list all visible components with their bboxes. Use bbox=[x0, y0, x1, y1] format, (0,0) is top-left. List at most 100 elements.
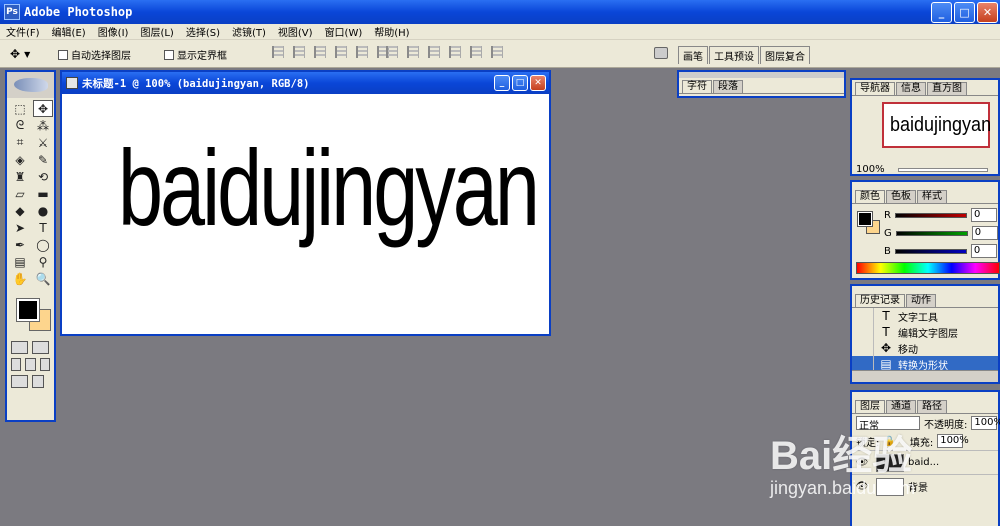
menu-edit[interactable]: 编辑(E) bbox=[52, 24, 86, 39]
history-item[interactable]: T 编辑文字图层 bbox=[852, 324, 998, 340]
blend-mode-select[interactable]: 正常 bbox=[856, 416, 920, 432]
edit-icon[interactable] bbox=[32, 375, 44, 388]
foreground-color-swatch[interactable] bbox=[16, 298, 40, 322]
doc-maximize-button[interactable]: □ bbox=[512, 75, 528, 91]
maximize-button[interactable]: □ bbox=[954, 2, 975, 23]
history-source-box[interactable] bbox=[852, 308, 874, 324]
brush-tool-icon[interactable]: ✎ bbox=[33, 151, 53, 168]
close-button[interactable]: ✕ bbox=[977, 2, 998, 23]
tab-swatches[interactable]: 色板 bbox=[886, 190, 916, 203]
hand-tool-icon[interactable]: ✋ bbox=[10, 270, 30, 287]
tab-history[interactable]: 历史记录 bbox=[855, 294, 905, 307]
clone-stamp-tool-icon[interactable]: ♜ bbox=[10, 168, 30, 185]
history-item[interactable]: T 文字工具 bbox=[852, 308, 998, 324]
distribute-right-icon[interactable] bbox=[491, 46, 503, 58]
menu-select[interactable]: 选择(S) bbox=[186, 24, 220, 39]
align-hcenter-icon[interactable] bbox=[356, 46, 368, 58]
tab-layers[interactable]: 图层 bbox=[855, 400, 885, 413]
show-bounds-label: 显示定界框 bbox=[177, 51, 227, 62]
type-tool-icon[interactable]: T bbox=[33, 219, 53, 236]
canvas[interactable]: baidujingyan bbox=[66, 96, 547, 332]
eyedropper-tool-icon[interactable]: ⚲ bbox=[33, 253, 53, 270]
tab-paragraph[interactable]: 段落 bbox=[713, 80, 743, 93]
distribute-hcenter-icon[interactable] bbox=[470, 46, 482, 58]
menu-view[interactable]: 视图(V) bbox=[278, 24, 313, 39]
file-browser-icon[interactable] bbox=[654, 47, 668, 59]
menu-image[interactable]: 图像(I) bbox=[98, 24, 129, 39]
well-tab-layer-comps[interactable]: 图层复合 bbox=[760, 46, 810, 64]
fill-value[interactable]: 100% bbox=[937, 434, 969, 448]
tab-navigator[interactable]: 导航器 bbox=[855, 82, 895, 95]
tab-info[interactable]: 信息 bbox=[896, 82, 926, 95]
align-top-icon[interactable] bbox=[272, 46, 284, 58]
well-tab-tool-presets[interactable]: 工具预设 bbox=[709, 46, 759, 64]
full-screen-menu-icon[interactable] bbox=[25, 358, 36, 371]
tab-channels[interactable]: 通道 bbox=[886, 400, 916, 413]
minimize-button[interactable]: _ bbox=[931, 2, 952, 23]
blue-slider[interactable] bbox=[894, 248, 967, 254]
menu-window[interactable]: 窗口(W) bbox=[325, 24, 363, 39]
shape-tool-icon[interactable]: ◯ bbox=[33, 236, 53, 253]
dodge-tool-icon[interactable]: ● bbox=[33, 202, 53, 219]
notes-tool-icon[interactable]: ▤ bbox=[10, 253, 30, 270]
blue-value[interactable]: 0 bbox=[970, 244, 997, 258]
tab-color[interactable]: 颜色 bbox=[855, 190, 885, 203]
tab-paths[interactable]: 路径 bbox=[917, 400, 947, 413]
healing-brush-tool-icon[interactable]: ◈ bbox=[10, 151, 30, 168]
well-tab-brushes[interactable]: 画笔 bbox=[678, 46, 708, 64]
color-fg-swatch[interactable] bbox=[857, 211, 873, 227]
distribute-top-icon[interactable] bbox=[386, 46, 398, 58]
doc-minimize-button[interactable]: _ bbox=[494, 75, 510, 91]
menu-filter[interactable]: 滤镜(T) bbox=[232, 24, 266, 39]
quick-mask-icon[interactable] bbox=[32, 341, 49, 354]
path-selection-tool-icon[interactable]: ➤ bbox=[10, 219, 30, 236]
navigator-thumbnail[interactable]: baidujingyan bbox=[882, 102, 991, 148]
distribute-bottom-icon[interactable] bbox=[428, 46, 440, 58]
slice-tool-icon[interactable]: ⚔ bbox=[33, 134, 53, 151]
history-item[interactable]: ✥ 移动 bbox=[852, 340, 998, 356]
opacity-value[interactable]: 100% bbox=[971, 416, 1000, 430]
show-bounds-checkbox[interactable]: 显示定界框 bbox=[164, 47, 227, 62]
distribute-left-icon[interactable] bbox=[449, 46, 461, 58]
tab-character[interactable]: 字符 bbox=[682, 80, 712, 93]
jump-to-imageready-icon[interactable] bbox=[11, 375, 28, 388]
green-value[interactable]: 0 bbox=[971, 226, 998, 240]
red-value[interactable]: 0 bbox=[970, 208, 997, 222]
document-titlebar[interactable]: 未标题-1 @ 100% (baidujingyan, RGB/8) bbox=[62, 72, 549, 94]
blur-tool-icon[interactable]: ◆ bbox=[10, 202, 30, 219]
color-spectrum-bar[interactable] bbox=[856, 262, 1000, 274]
toolbox-header[interactable] bbox=[7, 72, 54, 98]
menu-help[interactable]: 帮助(H) bbox=[374, 24, 409, 39]
align-left-icon[interactable] bbox=[335, 46, 347, 58]
history-source-box[interactable] bbox=[852, 324, 874, 340]
tab-actions[interactable]: 动作 bbox=[906, 294, 936, 307]
eraser-tool-icon[interactable]: ▱ bbox=[10, 185, 30, 202]
history-brush-tool-icon[interactable]: ⟲ bbox=[33, 168, 53, 185]
marquee-tool-icon[interactable]: ⬚ bbox=[10, 100, 30, 117]
standard-screen-icon[interactable] bbox=[11, 358, 22, 371]
green-slider[interactable] bbox=[895, 230, 968, 236]
align-vcenter-icon[interactable] bbox=[293, 46, 305, 58]
navigator-zoom-value[interactable]: 100% bbox=[856, 164, 885, 175]
navigator-zoom-slider[interactable] bbox=[898, 168, 988, 172]
auto-select-checkbox[interactable]: 自动选择图层 bbox=[58, 47, 131, 62]
magic-wand-tool-icon[interactable]: ⁂ bbox=[33, 117, 53, 134]
standard-mode-icon[interactable] bbox=[11, 341, 28, 354]
crop-tool-icon[interactable]: ⌗ bbox=[10, 134, 30, 151]
history-source-box[interactable] bbox=[852, 340, 874, 356]
move-tool-icon[interactable]: ✥ bbox=[33, 100, 53, 117]
pen-tool-icon[interactable]: ✒ bbox=[10, 236, 30, 253]
tab-styles[interactable]: 样式 bbox=[917, 190, 947, 203]
menu-layer[interactable]: 图层(L) bbox=[140, 24, 173, 39]
lasso-tool-icon[interactable]: ᘓ bbox=[10, 117, 30, 134]
tab-histogram[interactable]: 直方图 bbox=[927, 82, 967, 95]
zoom-tool-icon[interactable]: 🔍 bbox=[33, 270, 53, 287]
distribute-vcenter-icon[interactable] bbox=[407, 46, 419, 58]
red-slider[interactable] bbox=[894, 212, 967, 218]
doc-close-button[interactable]: ✕ bbox=[530, 75, 546, 91]
align-bottom-icon[interactable] bbox=[314, 46, 326, 58]
tool-preset-picker[interactable]: ✥ ▼ bbox=[10, 45, 50, 63]
menu-file[interactable]: 文件(F) bbox=[6, 24, 40, 39]
full-screen-icon[interactable] bbox=[39, 358, 50, 371]
gradient-tool-icon[interactable]: ▬ bbox=[33, 185, 53, 202]
